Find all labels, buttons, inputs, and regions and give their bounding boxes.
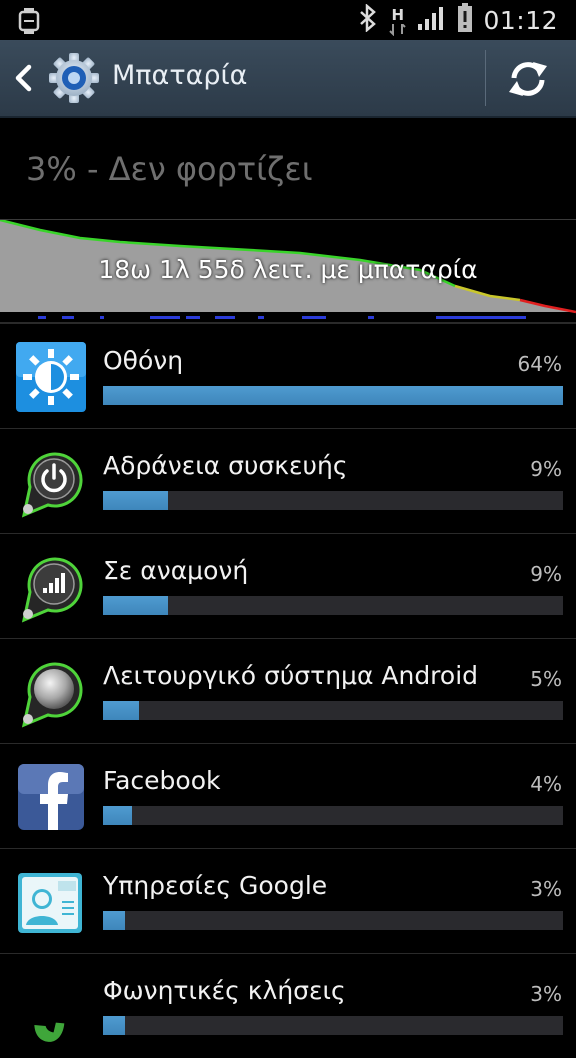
item-name: Facebook (103, 766, 221, 795)
list-item[interactable]: Αδράνεια συσκευής 9% (0, 429, 576, 534)
item-name: Λειτουργικό σύστημα Android (103, 661, 479, 690)
brightness-icon (14, 338, 90, 414)
item-name: Φωνητικές κλήσεις (103, 976, 346, 1005)
hspa-data-icon: H (389, 4, 407, 36)
battery-usage-duration: 18ω 1λ 55δ λειτ. με μπαταρία (98, 255, 478, 284)
item-name: Αδράνεια συσκευής (103, 451, 348, 480)
usage-bar (103, 911, 563, 930)
refresh-icon[interactable] (506, 58, 550, 100)
phone-icon (14, 968, 90, 1044)
list-item[interactable]: Facebook 4% (0, 744, 576, 849)
usage-bar (103, 491, 563, 510)
item-percent: 64% (517, 352, 562, 376)
action-bar-divider (485, 50, 486, 106)
item-name: Οθόνη (103, 346, 184, 375)
power-icon (14, 443, 90, 519)
usage-bar-fill (103, 596, 168, 615)
list-item[interactable]: Φωνητικές κλήσεις 3% (0, 954, 576, 1058)
list-item[interactable]: Λειτουργικό σύστημα Android 5% (0, 639, 576, 744)
usage-bar-fill (103, 386, 563, 405)
list-item[interactable]: Υπηρεσίες Google 3% (0, 849, 576, 954)
item-percent: 3% (530, 982, 562, 1006)
item-name: Σε αναμονή (103, 556, 249, 585)
usage-bar (103, 596, 563, 615)
cell-standby-icon (14, 548, 90, 624)
item-percent: 3% (530, 877, 562, 901)
usage-bar-fill (103, 911, 125, 930)
item-name: Υπηρεσίες Google (103, 871, 328, 900)
facebook-icon (14, 758, 90, 834)
item-percent: 9% (530, 562, 562, 586)
usage-bar-fill (103, 1016, 125, 1035)
usage-bar (103, 806, 563, 825)
usage-bar-fill (103, 491, 168, 510)
google-services-icon (14, 863, 90, 939)
battery-alert-icon (457, 3, 473, 37)
page-title: Μπαταρία (112, 60, 248, 91)
battery-status-text: 3% - Δεν φορτίζει (26, 150, 313, 188)
usage-bar (103, 701, 563, 720)
list-item[interactable]: Σε αναμονή 9% (0, 534, 576, 639)
back-chevron-icon[interactable] (12, 64, 34, 92)
gear-icon[interactable] (48, 52, 100, 104)
usage-bar (103, 1016, 563, 1035)
usage-bar-fill (103, 806, 132, 825)
battery-usage-list: Οθόνη 64% Αδράνεια συσκευής 9% Σε αναμον… (0, 324, 576, 1058)
status-bar: H 01:12 (0, 0, 576, 40)
signal-icon (417, 5, 447, 35)
action-bar: Μπαταρία (0, 40, 576, 118)
clock: 01:12 (483, 5, 558, 35)
item-percent: 9% (530, 457, 562, 481)
list-item[interactable]: Οθόνη 64% (0, 324, 576, 429)
watch-icon (18, 8, 40, 38)
usage-bar (103, 386, 563, 405)
item-percent: 5% (530, 667, 562, 691)
bluetooth-icon (357, 3, 379, 36)
item-percent: 4% (530, 772, 562, 796)
android-os-icon (14, 653, 90, 729)
usage-bar-fill (103, 701, 139, 720)
